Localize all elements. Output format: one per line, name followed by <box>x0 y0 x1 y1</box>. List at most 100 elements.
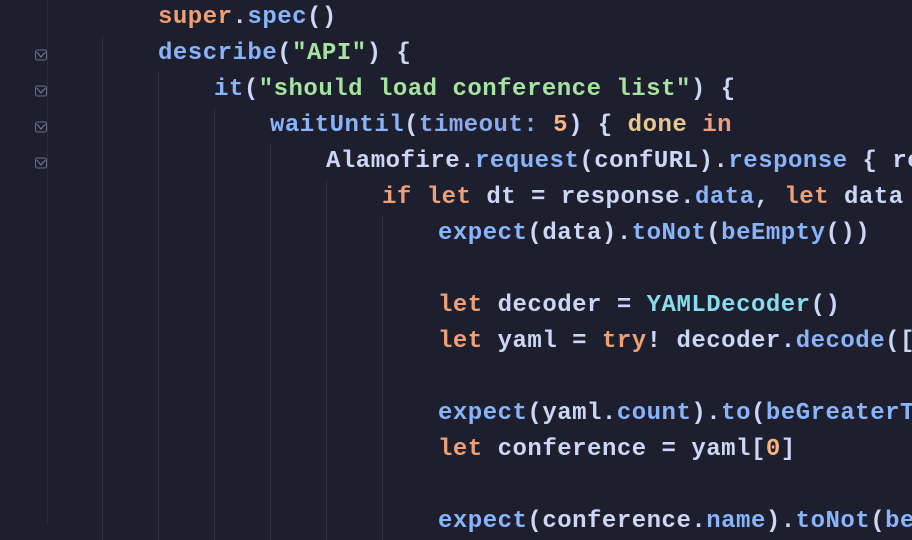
code-token: data = <box>829 184 912 211</box>
code-token: waitUntil <box>270 112 404 139</box>
code-token: done <box>628 112 688 139</box>
code-line[interactable]: expect(conference.name).toNot(beEm <box>48 504 912 540</box>
code-token: ( <box>277 40 292 67</box>
code-token: decoder = <box>483 292 647 319</box>
code-token: ()) <box>826 220 871 247</box>
code-token: ] <box>781 436 796 463</box>
code-token: let <box>438 436 483 463</box>
code-token: ( <box>870 508 885 535</box>
code-token: expect <box>438 508 527 535</box>
code-text: let yaml = try! decoder.decode([Co <box>48 328 912 355</box>
code-token: "API" <box>292 40 367 67</box>
code-token: timeout: <box>419 112 538 139</box>
code-token: 5 <box>553 112 568 139</box>
code-token: 0 <box>766 436 781 463</box>
code-token: beGreaterTha <box>766 400 912 427</box>
code-token: it <box>214 76 244 103</box>
code-token: (yaml. <box>527 400 616 427</box>
code-token: let <box>438 292 483 319</box>
code-token: toNot <box>632 220 707 247</box>
code-token: ! decoder. <box>647 328 796 355</box>
code-token: super <box>158 4 233 31</box>
fold-toggle-icon[interactable] <box>34 120 48 134</box>
code-token: ( <box>244 76 259 103</box>
code-token: ) { <box>367 40 412 67</box>
code-token: try <box>602 328 647 355</box>
code-text: super.spec() <box>48 4 337 31</box>
code-line[interactable]: expect(data).toNot(beEmpty()) <box>48 216 912 252</box>
code-token: in <box>702 112 732 139</box>
code-token: name <box>706 508 766 535</box>
code-editor[interactable]: super.spec()describe("API") {it("should … <box>48 0 912 524</box>
code-token: request <box>475 148 579 175</box>
fold-toggle-icon[interactable] <box>34 48 48 62</box>
code-token: describe <box>158 40 277 67</box>
code-token: () <box>307 4 337 31</box>
code-token: data <box>695 184 755 211</box>
code-line[interactable]: super.spec() <box>48 0 912 36</box>
code-text: describe("API") { <box>48 40 411 67</box>
fold-toggle-icon[interactable] <box>34 156 48 170</box>
code-token: dt = response. <box>471 184 695 211</box>
code-line[interactable] <box>48 360 912 396</box>
code-token: "should load conference list" <box>259 76 691 103</box>
code-token: YAMLDecoder <box>647 292 811 319</box>
code-token: ). <box>691 400 721 427</box>
code-text: if let dt = response.data, let data = <box>48 184 912 211</box>
code-token: to <box>721 400 751 427</box>
code-token: decode <box>796 328 885 355</box>
code-token: count <box>617 400 692 427</box>
code-text <box>48 256 438 283</box>
code-token: (conference. <box>527 508 706 535</box>
code-token: ). <box>766 508 796 535</box>
code-token: expect <box>438 220 527 247</box>
code-token <box>538 112 553 139</box>
code-token: beEmpty <box>721 220 825 247</box>
code-line[interactable]: describe("API") { <box>48 36 912 72</box>
code-text: let decoder = YAMLDecoder() <box>48 292 840 319</box>
code-text <box>48 364 438 391</box>
code-text: let conference = yaml[0] <box>48 436 796 463</box>
code-token: beEm <box>885 508 912 535</box>
code-token: let <box>784 184 829 211</box>
code-line[interactable]: let decoder = YAMLDecoder() <box>48 288 912 324</box>
code-text: expect(conference.name).toNot(beEm <box>48 508 912 535</box>
code-token <box>687 112 702 139</box>
code-text: Alamofire.request(confURL).response { re… <box>48 148 912 175</box>
code-text: waitUntil(timeout: 5) { done in <box>48 112 732 139</box>
code-token: , <box>755 184 785 211</box>
code-token: () <box>811 292 841 319</box>
code-line[interactable]: let yaml = try! decoder.decode([Co <box>48 324 912 360</box>
code-line[interactable]: if let dt = response.data, let data = <box>48 180 912 216</box>
code-token: let <box>438 328 483 355</box>
code-token: spec <box>247 4 307 31</box>
code-token: ( <box>404 112 419 139</box>
code-token: ([ <box>885 328 912 355</box>
code-line[interactable]: it("should load conference list") { <box>48 72 912 108</box>
code-token: ) { <box>568 112 628 139</box>
code-token: Alamofire. <box>326 148 475 175</box>
code-token: expect <box>438 400 527 427</box>
code-line[interactable] <box>48 468 912 504</box>
code-token <box>412 184 427 211</box>
code-token: ( <box>751 400 766 427</box>
code-token: if <box>382 184 412 211</box>
code-text: expect(data).toNot(beEmpty()) <box>48 220 870 247</box>
code-line[interactable]: waitUntil(timeout: 5) { done in <box>48 108 912 144</box>
code-text: it("should load conference list") { <box>48 76 736 103</box>
fold-toggle-icon[interactable] <box>34 84 48 98</box>
code-token: ( <box>706 220 721 247</box>
code-line[interactable]: Alamofire.request(confURL).response { re… <box>48 144 912 180</box>
code-token: { resp <box>848 148 912 175</box>
code-line[interactable]: let conference = yaml[0] <box>48 432 912 468</box>
code-line[interactable]: expect(yaml.count).to(beGreaterTha <box>48 396 912 432</box>
code-text: expect(yaml.count).to(beGreaterTha <box>48 400 912 427</box>
code-token: . <box>233 4 248 31</box>
code-token: (data). <box>527 220 631 247</box>
editor-gutter <box>0 0 48 524</box>
code-token: (confURL). <box>579 148 728 175</box>
code-token: yaml = <box>483 328 602 355</box>
code-line[interactable] <box>48 252 912 288</box>
code-token: conference = yaml[ <box>483 436 766 463</box>
code-token: toNot <box>796 508 871 535</box>
